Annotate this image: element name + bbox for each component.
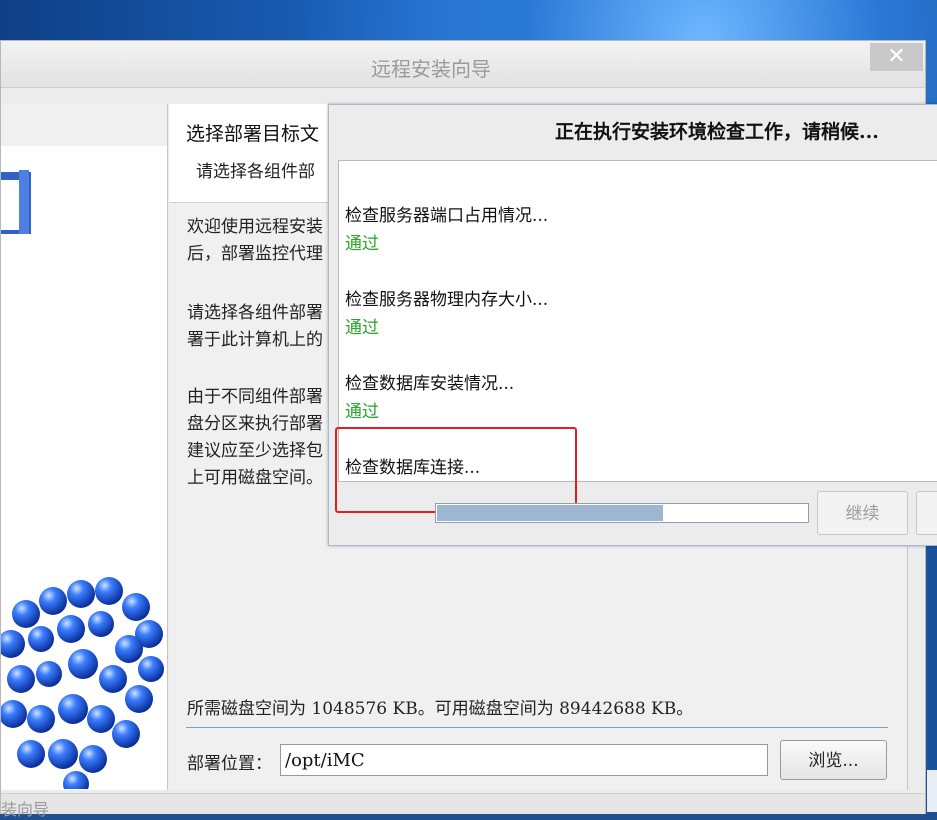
separator [186, 727, 888, 728]
paragraph-line: 上可用磁盘空间。 [187, 468, 323, 488]
highlight-annotation [335, 427, 577, 513]
paragraph-line: 后，部署监控代理 [187, 244, 323, 264]
wizard-side-panel [1, 104, 168, 790]
desktop-edge [927, 770, 937, 812]
book-icon [1, 170, 31, 234]
environment-check-dialog: 正在执行安装环境检查工作，请稍候... 检查服务器端口占用情况... 通过 检查… [328, 104, 937, 546]
welcome-paragraph: 欢迎使用远程安装 后，部署监控代理 [187, 214, 337, 268]
paragraph-line: 盘分区来执行部署 [187, 414, 323, 434]
cancel-button[interactable] [916, 491, 937, 535]
close-icon: ✕ [887, 44, 906, 69]
disk-paragraph: 由于不同组件部署 盘分区来执行部署 建议应至少选择包 上可用磁盘空间。 [187, 384, 337, 492]
footer-text: 装向导 [1, 800, 50, 819]
wizard-title: 远程安装向导 [371, 59, 491, 81]
page-subtitle: 请选择各组件部 [196, 162, 315, 182]
paragraph-line: 署于此计算机上的 [187, 330, 323, 350]
log-line: 检查服务器物理内存大小... [345, 290, 549, 310]
close-button[interactable]: ✕ [870, 43, 923, 71]
log-line: 检查数据库安装情况... [345, 374, 515, 394]
page-title: 选择部署目标文 [186, 123, 320, 145]
log-status: 通过 [345, 318, 379, 338]
wizard-footer: 装向导 [1, 793, 925, 819]
dialog-title: 正在执行安装环境检查工作，请稍候... [555, 121, 879, 143]
deploy-location-label: 部署位置： [187, 754, 272, 774]
log-status: 通过 [345, 234, 379, 254]
progress-fill [437, 505, 663, 521]
side-panel-header [1, 104, 167, 146]
deploy-location-input[interactable]: /opt/iMC [280, 744, 768, 776]
molecule-graphic [1, 577, 164, 789]
log-status: 通过 [345, 402, 379, 422]
browse-button[interactable]: 浏览... [780, 740, 887, 780]
progress-bar [435, 503, 809, 523]
paragraph-line: 由于不同组件部署 [187, 387, 323, 407]
paragraph-line: 欢迎使用远程安装 [187, 217, 323, 237]
disk-space-info: 所需磁盘空间为 1048576 KB。可用磁盘空间为 89442688 KB。 [187, 699, 694, 719]
paragraph-line: 建议应至少选择包 [187, 441, 323, 461]
continue-button[interactable]: 继续 [817, 491, 908, 535]
component-paragraph: 请选择各组件部署 署于此计算机上的 [187, 300, 337, 354]
wizard-titlebar: 远程安装向导 ✕ [1, 41, 925, 88]
paragraph-line: 请选择各组件部署 [187, 303, 323, 323]
log-line: 检查服务器端口占用情况... [345, 206, 549, 226]
